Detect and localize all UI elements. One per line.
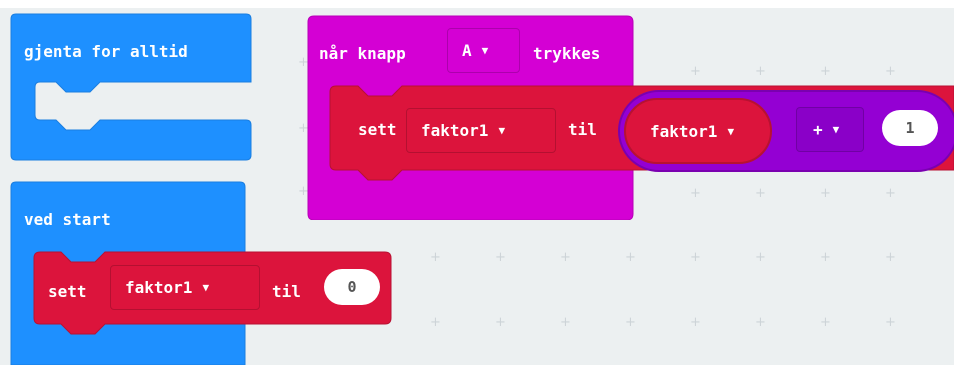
grid-dot: + xyxy=(820,315,831,330)
to-label: til xyxy=(272,282,301,301)
pressed-label: trykkes xyxy=(533,44,601,63)
grid-dot: + xyxy=(430,250,441,265)
forever-block-shape xyxy=(10,13,252,161)
button-dropdown[interactable]: A ▼ xyxy=(447,28,520,73)
caret-down-icon: ▼ xyxy=(832,122,840,136)
caret-down-icon: ▼ xyxy=(202,280,210,294)
operator-dropdown[interactable]: + ▼ xyxy=(796,107,864,152)
grid-dot: + xyxy=(560,315,571,330)
caret-down-icon: ▼ xyxy=(727,124,735,138)
grid-dot: + xyxy=(820,250,831,265)
math-operation-block[interactable]: faktor1 ▼ + ▼ 1 xyxy=(618,90,954,172)
on-start-label: ved start xyxy=(24,210,111,229)
grid-dot: + xyxy=(690,315,701,330)
grid-dot: + xyxy=(820,64,831,79)
grid-dot: + xyxy=(430,315,441,330)
grid-dot: + xyxy=(690,64,701,79)
set-variable-block[interactable]: sett faktor1 ▼ til faktor1 ▼ + ▼ 1 xyxy=(328,84,954,184)
variable-dropdown-label: faktor1 xyxy=(421,120,489,140)
grid-dot: + xyxy=(495,250,506,265)
number-input[interactable]: 1 xyxy=(882,110,938,146)
forever-label: gjenta for alltid xyxy=(24,42,188,61)
grid-dot: + xyxy=(495,315,506,330)
grid-dot: + xyxy=(755,186,766,201)
caret-down-icon: ▼ xyxy=(481,43,489,57)
set-variable-block[interactable]: sett faktor1 ▼ til 0 xyxy=(30,250,395,335)
grid-dot: + xyxy=(755,64,766,79)
reporter-variable-label: faktor1 xyxy=(650,121,718,141)
forever-block[interactable]: gjenta for alltid xyxy=(0,0,260,175)
reporter-variable-dropdown[interactable]: faktor1 ▼ xyxy=(636,110,764,153)
grid-dot: + xyxy=(625,315,636,330)
grid-dot: + xyxy=(690,250,701,265)
grid-dot: + xyxy=(755,250,766,265)
grid-dot: + xyxy=(755,315,766,330)
grid-dot: + xyxy=(560,250,571,265)
grid-dot: + xyxy=(690,186,701,201)
set-label: sett xyxy=(48,282,87,301)
grid-dot: + xyxy=(885,250,896,265)
grid-dot: + xyxy=(885,64,896,79)
button-dropdown-label: A xyxy=(462,40,472,60)
caret-down-icon: ▼ xyxy=(498,123,506,137)
to-label: til xyxy=(568,120,597,139)
variable-dropdown[interactable]: faktor1 ▼ xyxy=(406,108,556,153)
grid-dot: + xyxy=(625,250,636,265)
variable-dropdown-label: faktor1 xyxy=(125,277,193,297)
grid-dot: + xyxy=(885,186,896,201)
value-input-text: 0 xyxy=(347,278,357,296)
value-input[interactable]: 0 xyxy=(324,269,380,305)
variable-reporter-block[interactable]: faktor1 ▼ xyxy=(624,98,772,164)
variable-dropdown[interactable]: faktor1 ▼ xyxy=(110,265,260,310)
when-button-label: når knapp xyxy=(319,44,406,63)
grid-dot: + xyxy=(885,315,896,330)
number-input-text: 1 xyxy=(905,119,915,137)
grid-dot: + xyxy=(820,186,831,201)
operator-label: + xyxy=(813,119,823,139)
set-label: sett xyxy=(358,120,397,139)
